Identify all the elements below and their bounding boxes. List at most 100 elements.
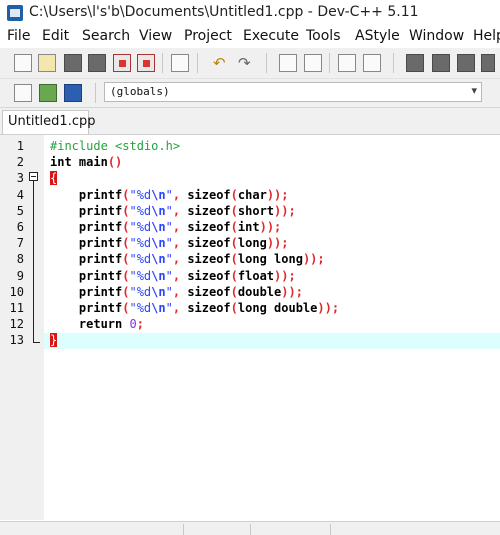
undo-icon[interactable]: ↶ — [213, 54, 226, 72]
line-number: 4 — [16, 187, 24, 202]
close-all-icon[interactable] — [137, 54, 155, 72]
code-token: , — [172, 187, 188, 202]
menu-tools[interactable]: Tools — [306, 28, 341, 44]
line-number: 6 — [16, 220, 24, 234]
devcpp-app-icon — [7, 5, 23, 21]
code-token: ( — [230, 203, 238, 218]
fold-toggle-icon[interactable] — [29, 172, 38, 181]
code-token: long long — [237, 252, 303, 267]
code-line[interactable]: { — [50, 171, 58, 186]
menu-edit[interactable]: Edit — [42, 28, 69, 44]
code-token: ; — [136, 317, 144, 332]
code-line[interactable]: #include <stdio.h> — [50, 139, 180, 153]
code-token: "%d — [129, 203, 152, 218]
code-token: char — [237, 187, 267, 202]
bookmark-icon[interactable] — [64, 84, 82, 102]
menu-execute[interactable]: Execute — [243, 28, 299, 44]
fold-end — [33, 342, 40, 343]
code-token: { — [50, 171, 58, 186]
code-token: , — [172, 236, 188, 251]
code-token: main — [78, 155, 108, 170]
code-token: )); — [281, 284, 303, 299]
line-number: 10 — [9, 284, 24, 299]
rebuild-icon[interactable] — [481, 54, 495, 72]
tab-untitled1[interactable]: Untitled1.cpp — [2, 110, 95, 134]
code-line[interactable]: printf("%d\n", sizeof(short)); — [50, 204, 296, 218]
code-line[interactable]: return 0; — [50, 317, 144, 331]
code-token: sizeof — [187, 284, 231, 299]
code-token: printf — [50, 236, 123, 251]
code-token: " — [165, 220, 173, 234]
main-toolbar: ↶ ↷ — [0, 48, 500, 79]
code-token: sizeof — [187, 268, 231, 283]
code-token: ( — [230, 284, 238, 299]
indent-icon[interactable] — [363, 54, 381, 72]
code-editor[interactable]: 1 2 3 4 5 6 7 8 9 10 11 12 13 #include <stdio.h> int … — [0, 135, 500, 520]
insert-icon[interactable] — [39, 84, 57, 102]
menu-file[interactable]: File — [7, 28, 30, 44]
code-token: ( — [230, 187, 238, 202]
menu-window[interactable]: Window — [409, 28, 464, 44]
replace-icon[interactable] — [304, 54, 322, 72]
code-line[interactable]: } — [50, 333, 58, 348]
code-token: int — [50, 155, 72, 170]
open-file-icon[interactable] — [38, 54, 56, 72]
code-token: printf — [50, 284, 123, 299]
goto-icon[interactable] — [338, 54, 356, 72]
code-token: )); — [317, 301, 340, 315]
code-token: \n — [151, 236, 166, 251]
chevron-down-icon[interactable]: ▾ — [471, 84, 477, 97]
code-line[interactable]: printf("%d\n", sizeof(int)); — [50, 220, 281, 234]
code-line[interactable]: printf("%d\n", sizeof(long double)); — [50, 301, 339, 315]
print-icon[interactable] — [171, 54, 189, 72]
code-line[interactable]: int main() — [50, 155, 122, 169]
code-token: long — [237, 236, 267, 251]
save-all-icon[interactable] — [88, 54, 106, 72]
code-token: , — [172, 203, 188, 218]
menu-project[interactable]: Project — [184, 28, 232, 44]
code-token: " — [165, 236, 173, 251]
code-token: printf — [50, 220, 123, 234]
scope-dropdown[interactable]: (globals) ▾ — [104, 82, 482, 102]
line-number: 12 — [9, 317, 24, 332]
code-token: printf — [50, 252, 123, 267]
run-icon[interactable] — [432, 54, 450, 72]
line-number: 5 — [16, 203, 24, 218]
line-number: 7 — [16, 236, 24, 251]
code-line[interactable]: printf("%d\n", sizeof(char)); — [50, 188, 289, 202]
code-line[interactable]: printf("%d\n", sizeof(long)); — [50, 236, 289, 250]
code-token: "%d — [129, 284, 152, 299]
code-token: " — [165, 268, 173, 283]
menu-search[interactable]: Search — [82, 28, 130, 44]
new-file-icon[interactable] — [14, 54, 32, 72]
code-token: "%d — [129, 187, 152, 202]
menu-view[interactable]: View — [139, 28, 172, 44]
code-line[interactable]: printf("%d\n", sizeof(double)); — [50, 285, 303, 299]
code-token: ( — [230, 301, 238, 315]
code-token: short — [237, 203, 275, 218]
code-line[interactable]: printf("%d\n", sizeof(float)); — [50, 269, 296, 283]
menu-astyle[interactable]: AStyle — [355, 28, 400, 44]
find-icon[interactable] — [279, 54, 297, 72]
code-token: " — [165, 203, 173, 218]
code-token: () — [107, 155, 123, 170]
code-token: "%d — [129, 220, 152, 234]
redo-icon[interactable]: ↷ — [238, 54, 251, 72]
compile-run-icon[interactable] — [457, 54, 475, 72]
status-bar — [0, 521, 500, 535]
line-number: 3 — [16, 171, 24, 186]
close-icon[interactable] — [113, 54, 131, 72]
compile-icon[interactable] — [406, 54, 424, 72]
file-tab-bar: Untitled1.cpp — [0, 108, 500, 135]
save-icon[interactable] — [64, 54, 82, 72]
code-token: , — [172, 220, 188, 234]
menu-bar: File Edit Search View Project Execute To… — [0, 26, 500, 48]
code-token: double — [237, 284, 282, 299]
new-class-icon[interactable] — [14, 84, 32, 102]
code-token: \n — [151, 252, 166, 267]
code-token: ( — [230, 252, 238, 267]
code-line[interactable]: printf("%d\n", sizeof(long long)); — [50, 252, 325, 266]
code-token: )); — [259, 220, 282, 234]
code-token: \n — [151, 284, 166, 299]
menu-help[interactable]: Help — [473, 28, 500, 44]
